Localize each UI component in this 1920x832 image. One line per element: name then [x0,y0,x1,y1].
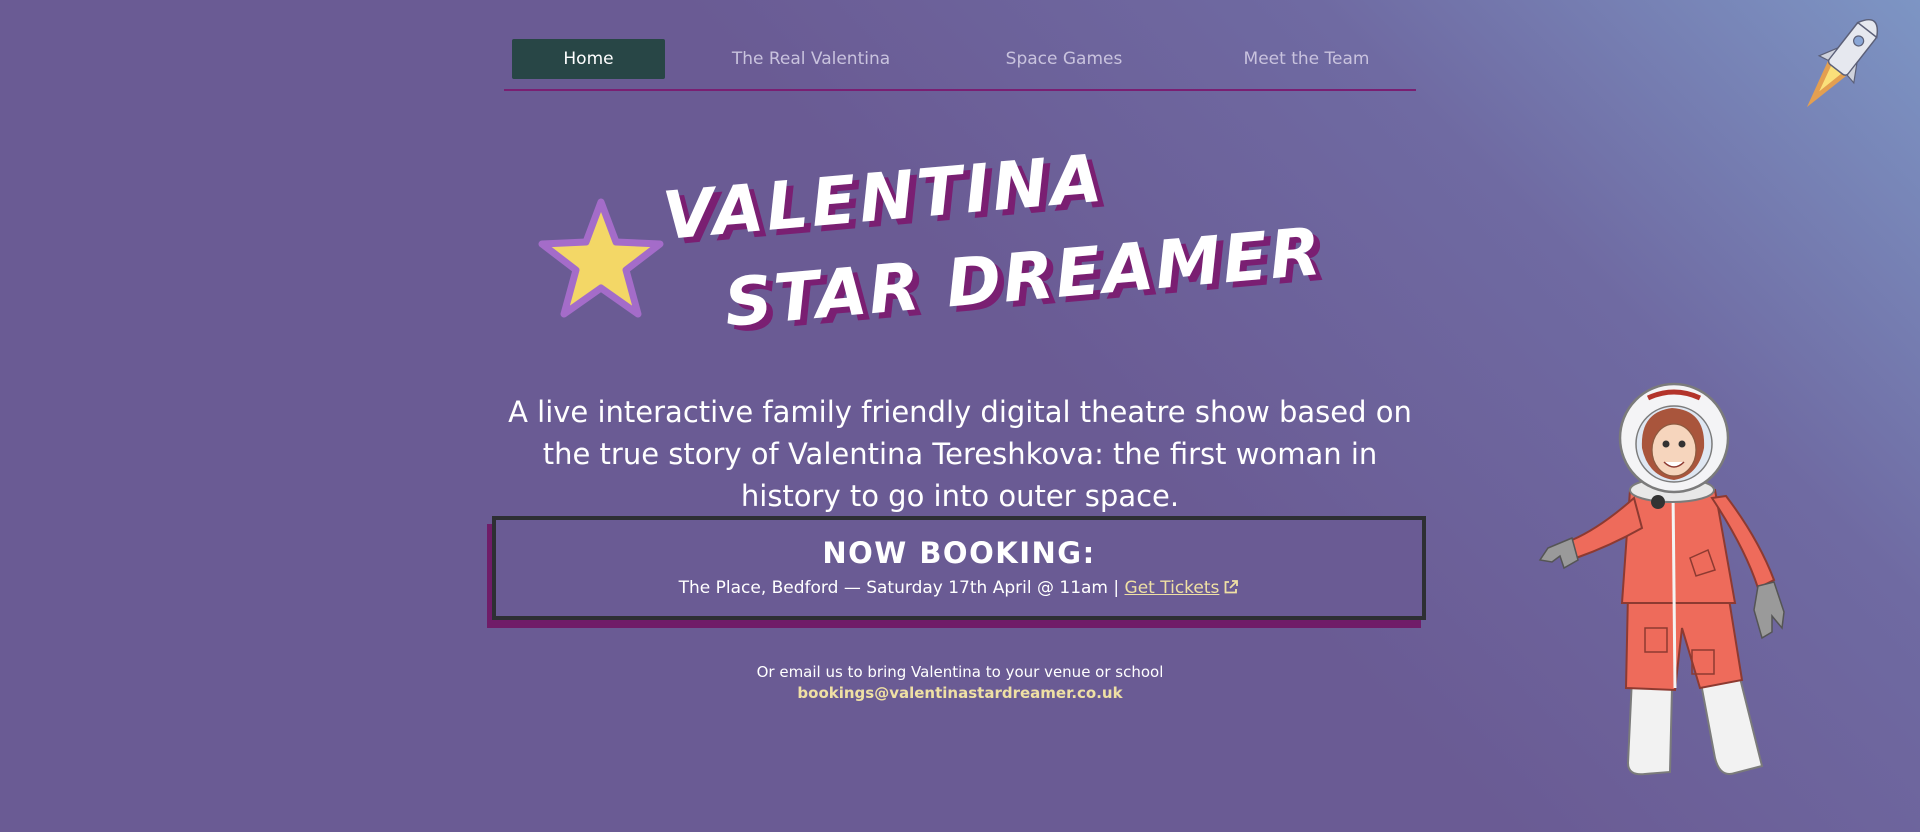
rocket-icon [1806,18,1879,108]
get-tickets-label: Get Tickets [1124,578,1220,598]
nav-item-the-real-valentina[interactable]: The Real Valentina [704,39,918,79]
contact-note: Or email us to bring Valentina to your v… [756,663,1164,681]
nav-item-home[interactable]: Home [512,39,665,79]
main-nav: Home The Real Valentina Space Games Meet… [504,39,1416,91]
booking-heading: NOW BOOKING: [822,536,1096,570]
nav-item-space-games[interactable]: Space Games [984,39,1144,79]
nav-item-meet-the-team[interactable]: Meet the Team [1219,39,1394,79]
booking-box: NOW BOOKING: The Place, Bedford — Saturd… [492,516,1426,620]
external-link-icon [1224,580,1239,594]
site-logo-title: VALENTINA VALENTINA STAR DREAMER STAR DR… [660,140,1332,340]
booking-details: The Place, Bedford — Saturday 17th April… [496,578,1422,598]
booking-details-text: The Place, Bedford — Saturday 17th April… [678,578,1125,598]
astronaut-illustration [1538,382,1785,776]
hero-tagline: A live interactive family friendly digit… [508,395,1412,513]
email-link[interactable]: bookings@valentinastardreamer.co.uk [660,683,1260,704]
contact-section: Or email us to bring Valentina to your v… [660,662,1260,704]
get-tickets-link[interactable]: Get Tickets [1125,578,1240,598]
